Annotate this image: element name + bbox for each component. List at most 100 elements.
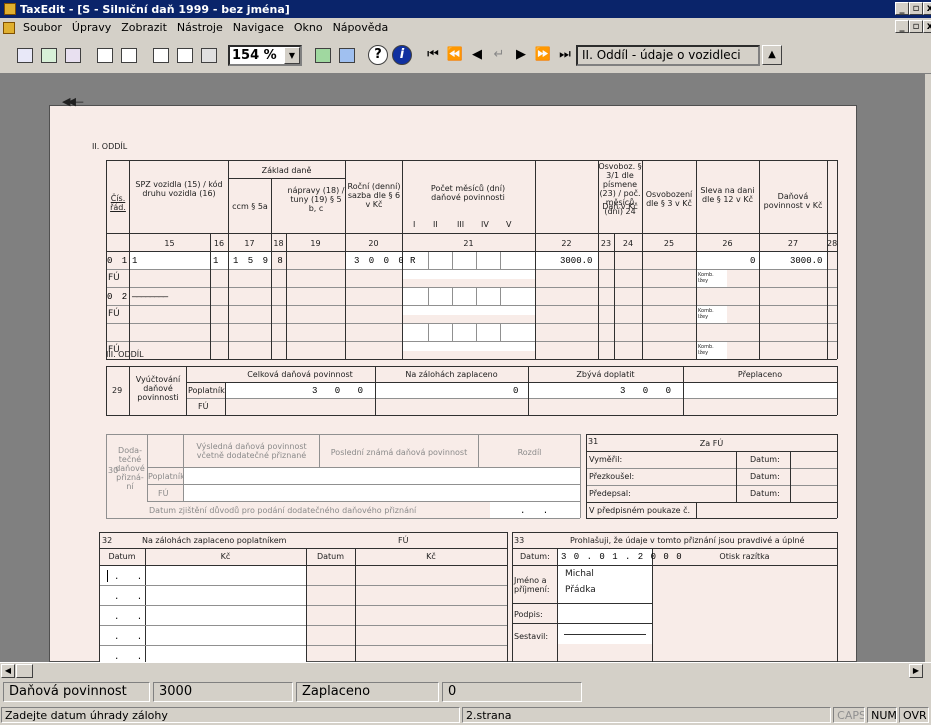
header-napravy: nápravy (18) / tuny (19) § 5 b, c <box>287 186 345 213</box>
enter-icon[interactable]: ↵ <box>489 44 509 66</box>
info-button[interactable]: i <box>392 45 412 65</box>
last-icon[interactable]: ⏭ <box>555 44 575 66</box>
s33-jmeno-value-2: Přádka <box>565 585 596 595</box>
s33-sestavil-label: Sestavil: <box>514 632 549 641</box>
s31-za-fu: Za FÚ <box>699 439 724 448</box>
s3-preplaceno: Přeplaceno <box>737 370 783 379</box>
page-next-icon[interactable] <box>173 44 195 66</box>
book-icon[interactable] <box>61 44 83 66</box>
fast-forward-icon[interactable]: ⏩ <box>533 44 553 66</box>
colnum-26: 26 <box>722 239 733 248</box>
preplaceno-field[interactable] <box>684 383 837 398</box>
header-rocni-sazba: Roční (denní) sazba dle § 6 v Kč <box>347 182 401 209</box>
scroll-thumb[interactable] <box>16 664 33 678</box>
s31-predepsal: Předepsal: <box>589 489 631 498</box>
page-back-arrow-icon[interactable]: ◀◀— <box>62 96 84 107</box>
page-prev-icon[interactable] <box>149 44 171 66</box>
s32-date-mask-5: . . <box>114 652 149 662</box>
row1-povinnost: 3000.0 <box>790 256 823 266</box>
s31-datum-2: Datum: <box>750 472 780 481</box>
zaplaceno-value: 0 <box>442 681 582 702</box>
menu-okno[interactable]: Okno <box>289 21 328 34</box>
header-sleva: Sleva na dani dle § 12 v Kč <box>700 186 755 204</box>
row3-spz: ———————— <box>132 292 168 302</box>
row4-label: FÚ <box>108 309 120 319</box>
dp-label: Daňová povinnost <box>3 681 150 702</box>
back-to-start-icon[interactable] <box>335 44 357 66</box>
row1-label: 0 1 <box>107 256 130 266</box>
doc-maximize-button[interactable]: ▫ <box>909 20 923 33</box>
zalohy-field[interactable] <box>376 383 528 398</box>
horizontal-scrollbar[interactable]: ◀ ▶ <box>0 662 931 678</box>
row1-sazba: 3 0 0 0 <box>354 256 406 266</box>
colnum-18: 18 <box>273 239 284 248</box>
vertical-scrollbar[interactable] <box>925 74 931 662</box>
chevron-down-icon[interactable]: ▼ <box>284 46 300 64</box>
status-caps: CAPS <box>833 707 866 723</box>
spz-field-row1[interactable] <box>130 252 210 269</box>
header-cis-rad: Čís. řád. <box>110 194 126 212</box>
s30-posledni: Poslední známá daňová povinnost <box>330 448 468 457</box>
colnum-21: 21 <box>463 239 474 248</box>
menu-napoveda[interactable]: Nápověda <box>328 21 394 34</box>
forward-icon[interactable]: ▶ <box>511 44 531 66</box>
first-icon[interactable]: ⏮ <box>423 44 443 66</box>
s30-fu: FÚ <box>158 489 169 498</box>
s33-datum-label: Datum: <box>520 552 550 561</box>
document-icon[interactable] <box>3 21 15 34</box>
row3-label: 0 2 <box>107 292 130 302</box>
print-icon[interactable] <box>197 44 219 66</box>
s32-date-mask-4: . . <box>114 632 149 642</box>
s3-celkova: Celková daňová povinnost <box>247 370 353 379</box>
menu-upravy[interactable]: Úpravy <box>67 21 116 34</box>
s33-otisk: Otisk razítka <box>719 552 770 561</box>
grid-icon[interactable] <box>311 44 333 66</box>
back-icon[interactable]: ◀ <box>467 44 487 66</box>
mesice-field-row3[interactable] <box>403 288 535 305</box>
menu-navigace[interactable]: Navigace <box>228 21 289 34</box>
row1-spz: 1 <box>132 256 140 266</box>
quarter-5: V <box>506 220 512 229</box>
s32-fu: FÚ <box>398 536 409 545</box>
s33-row-number: 33 <box>514 536 525 545</box>
new-document-icon[interactable] <box>93 44 115 66</box>
chart-icon[interactable] <box>37 44 59 66</box>
doc-minimize-button[interactable]: _ <box>895 20 909 33</box>
help-button[interactable]: ? <box>368 45 388 65</box>
s3-fu: FÚ <box>198 402 209 411</box>
s30-fu-field[interactable] <box>184 485 580 501</box>
quarter-1: I <box>413 220 416 229</box>
zoom-select[interactable]: 154 % ▼ <box>228 44 302 66</box>
status-num: NUM <box>867 707 898 723</box>
header-pocet-mesicu: Počet měsíců (dní) daňové povinnosti <box>430 184 506 202</box>
section-select[interactable]: II. Oddíl - údaje o vozidleci <box>576 44 760 66</box>
s31-vymeril: Vyměřil: <box>589 455 623 464</box>
s32-row-number: 32 <box>102 536 113 545</box>
s33-podpis-field[interactable] <box>558 604 652 623</box>
scroll-right-icon[interactable]: ▶ <box>909 664 923 678</box>
menu-zobrazit[interactable]: Zobrazit <box>116 21 172 34</box>
row1-sleva: 0 <box>750 256 756 266</box>
mesice-field-row2[interactable] <box>403 270 535 279</box>
table-view-icon[interactable] <box>13 44 35 66</box>
minimize-button[interactable]: _ <box>895 2 909 15</box>
maximize-button[interactable]: ▫ <box>909 2 923 15</box>
mesice-field-row1[interactable] <box>403 252 535 269</box>
mesice-field-row5[interactable] <box>403 324 535 341</box>
close-button[interactable]: x <box>923 2 931 15</box>
scroll-left-icon[interactable]: ◀ <box>1 664 15 678</box>
row2-label: FÚ <box>108 273 120 283</box>
menu-soubor[interactable]: Soubor <box>18 21 67 34</box>
colnum-17: 17 <box>244 239 255 248</box>
menu-nastroje[interactable]: Nástroje <box>172 21 228 34</box>
s33-podpis-label: Podpis: <box>514 610 543 619</box>
fast-back-icon[interactable]: ⏪ <box>445 44 465 66</box>
header-zaklad-dane: Základ daně <box>261 166 312 175</box>
colnum-22: 22 <box>561 239 572 248</box>
s30-poplatnik-field[interactable] <box>184 468 580 484</box>
copy-document-icon[interactable] <box>117 44 139 66</box>
section-dropdown-button[interactable]: ▲ <box>762 45 782 65</box>
mesice-field-row4[interactable] <box>403 306 535 315</box>
doc-close-button[interactable]: x <box>923 20 931 33</box>
mesice-field-row6[interactable] <box>403 342 535 351</box>
